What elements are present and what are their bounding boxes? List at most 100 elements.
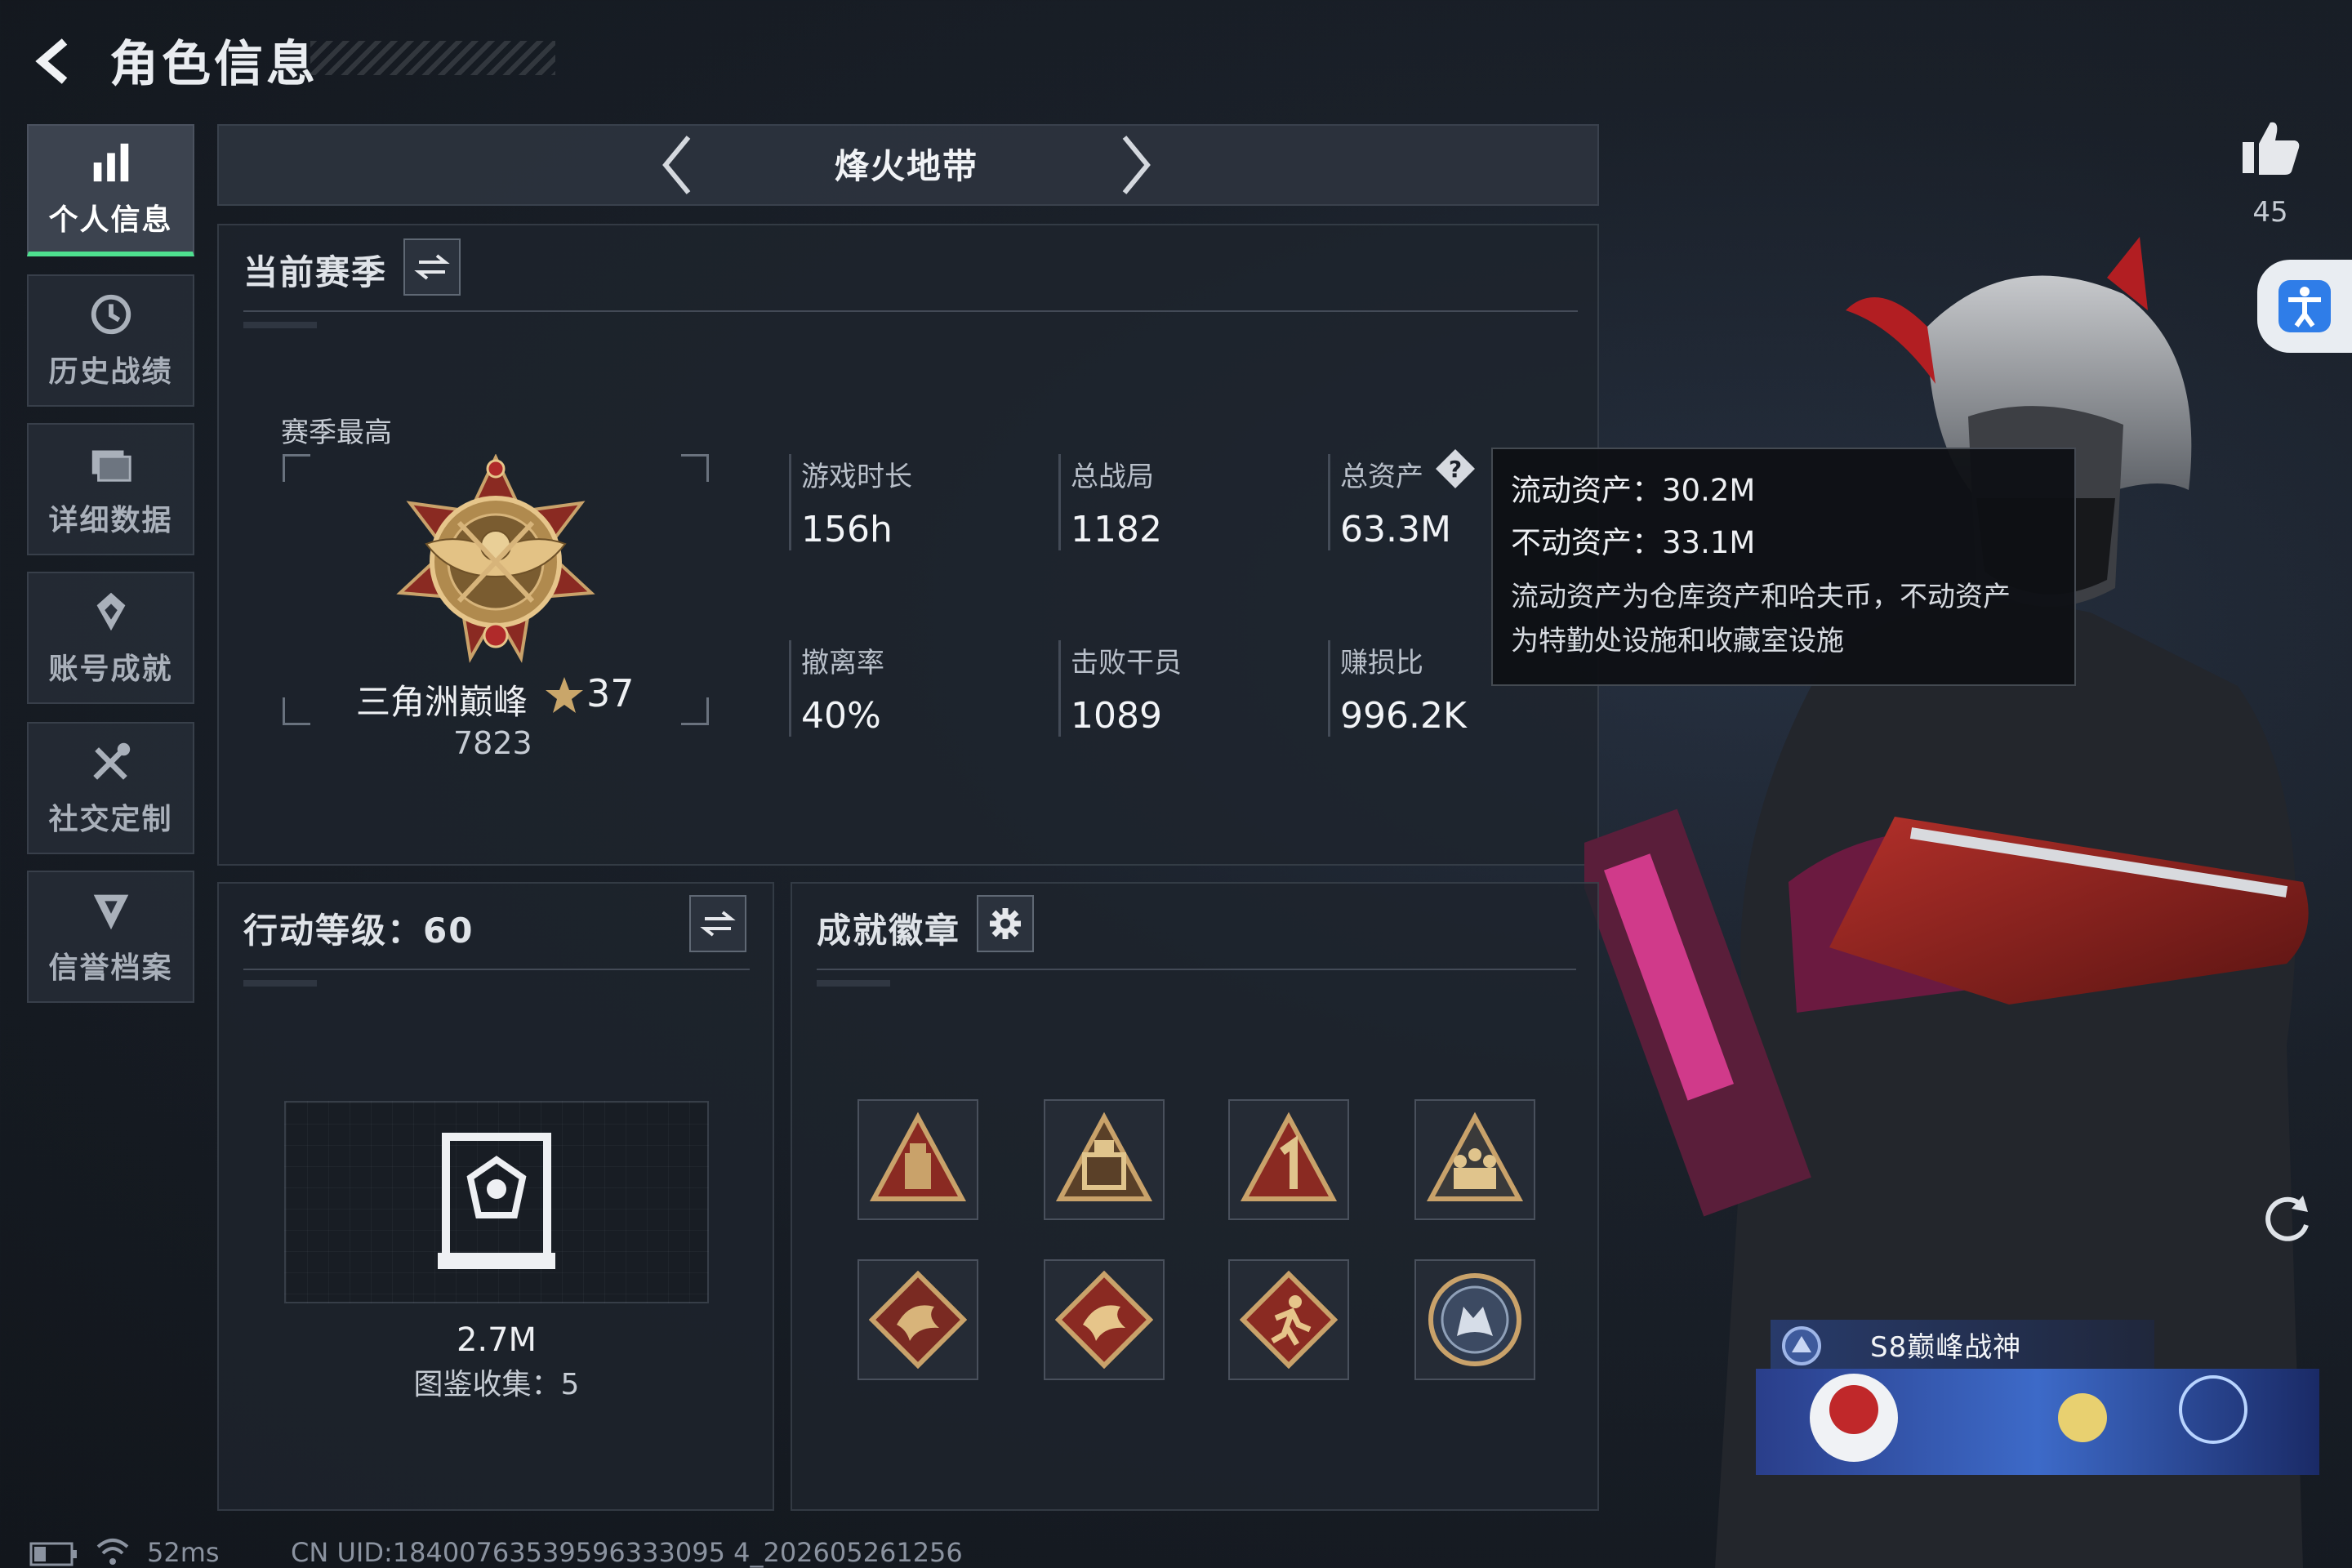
thumbs-up-icon[interactable] bbox=[2238, 114, 2303, 180]
tools-icon bbox=[92, 742, 130, 780]
sidebar-item-label: 账号成就 bbox=[48, 653, 173, 686]
sidebar-item-label: 历史战绩 bbox=[48, 355, 173, 389]
action-level-title: 行动等级：60 bbox=[243, 911, 474, 951]
rank-stars: 37 bbox=[586, 671, 635, 715]
action-level-switch-button[interactable] bbox=[689, 895, 746, 952]
crate-badge-icon bbox=[1055, 1111, 1153, 1201]
stat-value: 996.2K bbox=[1340, 695, 1467, 737]
badges-title: 成就徽章 bbox=[817, 911, 961, 951]
stat-label: 赚损比 bbox=[1340, 647, 1423, 679]
chevron-right-icon bbox=[1122, 136, 1151, 194]
battery-icon bbox=[29, 1542, 77, 1566]
stat-total-matches: 总战局 1182 bbox=[1058, 454, 1162, 550]
sidebar-item-reputation[interactable]: 信誉档案 bbox=[27, 871, 194, 1003]
achievement-badge[interactable] bbox=[1044, 1259, 1165, 1380]
bar-chart-icon bbox=[93, 143, 128, 182]
dragon-badge-icon-2 bbox=[1055, 1271, 1153, 1369]
stat-value: 1182 bbox=[1071, 509, 1162, 550]
panel-divider bbox=[243, 310, 1578, 312]
tower-badge-icon bbox=[869, 1111, 967, 1201]
vault-display-icon bbox=[438, 1133, 555, 1269]
title-decoration bbox=[310, 41, 555, 75]
stat-play-time: 游戏时长 156h bbox=[789, 454, 912, 550]
vault-value: 2.7M bbox=[456, 1321, 537, 1359]
achievement-badge[interactable] bbox=[1228, 1259, 1349, 1380]
sidebar-item-label: 详细数据 bbox=[48, 504, 173, 537]
sidebar-item-personal-info[interactable]: 个人信息 bbox=[27, 124, 194, 256]
sidebar-item-detailed-data[interactable]: 详细数据 bbox=[27, 423, 194, 555]
sidebar-item-label: 个人信息 bbox=[48, 203, 173, 237]
rotate-icon bbox=[2265, 1196, 2309, 1241]
frame-corner bbox=[283, 454, 310, 482]
user-uid: CN UID:18400763539596333095 4_2026052612… bbox=[291, 1537, 963, 1568]
sidebar-item-label: 社交定制 bbox=[48, 803, 173, 836]
panel-divider-mark bbox=[243, 322, 317, 328]
achievement-badge[interactable] bbox=[1228, 1099, 1349, 1220]
achievement-badge[interactable] bbox=[1044, 1099, 1165, 1220]
sidebar-item-achievements[interactable]: 账号成就 bbox=[27, 572, 194, 704]
assets-tooltip: 流动资产：30.2M 不动资产：33.1M 流动资产为仓库资产和哈夫币，不动资产… bbox=[1491, 448, 2076, 686]
season-best-label: 赛季最高 bbox=[281, 416, 392, 449]
stat-label: 撤离率 bbox=[801, 647, 884, 679]
panel-divider-mark bbox=[243, 980, 317, 987]
wolf-badge-icon bbox=[1428, 1273, 1521, 1366]
stat-operators-defeated: 击败干员 1089 bbox=[1058, 640, 1182, 737]
dragon-badge-icon bbox=[869, 1271, 967, 1369]
rank-name: 三角洲巅峰 bbox=[356, 682, 528, 722]
stat-value: 40% bbox=[801, 695, 881, 737]
folder-icon bbox=[91, 450, 131, 482]
accessibility-button[interactable] bbox=[2257, 260, 2352, 353]
achievement-icon bbox=[96, 592, 125, 631]
number-one-badge-icon bbox=[1240, 1111, 1338, 1201]
swap-icon bbox=[414, 254, 450, 280]
rank-score: 7823 bbox=[453, 725, 532, 761]
swap-icon bbox=[700, 911, 736, 937]
back-button[interactable] bbox=[28, 33, 85, 90]
stat-profit-loss-ratio: 赚损比 996.2K bbox=[1328, 640, 1467, 737]
frame-corner bbox=[283, 697, 310, 725]
liquid-assets: 流动资产：30.2M bbox=[1511, 473, 1756, 508]
stat-value: 1089 bbox=[1071, 695, 1162, 737]
sidebar-item-social[interactable]: 社交定制 bbox=[27, 722, 194, 854]
season-panel-title: 当前赛季 bbox=[243, 252, 388, 292]
panel-divider bbox=[817, 969, 1576, 970]
frame-corner bbox=[681, 454, 709, 482]
achievement-badge[interactable] bbox=[858, 1259, 978, 1380]
gear-icon bbox=[990, 908, 1021, 939]
star-icon bbox=[546, 677, 583, 713]
wifi-icon bbox=[96, 1539, 129, 1565]
fixed-assets: 不动资产：33.1M bbox=[1511, 525, 1756, 560]
stat-extraction-rate: 撤离率 40% bbox=[789, 640, 884, 737]
page-title: 角色信息 bbox=[109, 36, 318, 93]
achievement-badge[interactable] bbox=[1414, 1259, 1535, 1380]
sidebar-item-label: 信誉档案 bbox=[48, 951, 173, 985]
runner-badge-icon bbox=[1240, 1271, 1338, 1369]
chevron-left-icon bbox=[662, 136, 691, 194]
assets-description-line-1: 流动资产为仓库资产和哈夫币，不动资产 bbox=[1511, 581, 2011, 613]
stat-value: 156h bbox=[801, 509, 893, 550]
stat-value: 63.3M bbox=[1340, 509, 1451, 550]
banner-title: S8巅峰战神 bbox=[1870, 1331, 2022, 1364]
stat-total-assets: 总资产 63.3M bbox=[1328, 454, 1451, 550]
stat-label: 总战局 bbox=[1071, 461, 1154, 493]
achievement-badge[interactable] bbox=[858, 1099, 978, 1220]
collection-count: 图鉴收集：5 bbox=[413, 1368, 580, 1401]
back-arrow-icon bbox=[35, 38, 68, 84]
stat-label: 游戏时长 bbox=[801, 461, 912, 493]
season-switch-button[interactable] bbox=[403, 238, 461, 296]
help-icon[interactable]: ? bbox=[1434, 448, 1477, 490]
title-emblem-icon bbox=[1782, 1326, 1821, 1365]
assets-description-line-2: 为特勤处设施和收藏室设施 bbox=[1511, 625, 1844, 657]
badge-settings-button[interactable] bbox=[977, 895, 1034, 952]
sidebar-item-history[interactable]: 历史战绩 bbox=[27, 274, 194, 407]
history-icon bbox=[91, 294, 131, 335]
panel-divider-mark bbox=[817, 980, 890, 987]
panel-divider bbox=[243, 969, 750, 970]
mode-name: 烽火地带 bbox=[834, 146, 978, 186]
assets-description: 流动资产为仓库资产和哈夫币，不动资产 为特勤处设施和收藏室设施 bbox=[1511, 575, 2056, 663]
soldiers-badge-icon bbox=[1426, 1111, 1524, 1201]
achievement-badge[interactable] bbox=[1414, 1099, 1535, 1220]
like-count: 45 bbox=[2252, 196, 2288, 229]
next-mode-button[interactable] bbox=[1102, 129, 1168, 201]
previous-mode-button[interactable] bbox=[645, 129, 710, 201]
